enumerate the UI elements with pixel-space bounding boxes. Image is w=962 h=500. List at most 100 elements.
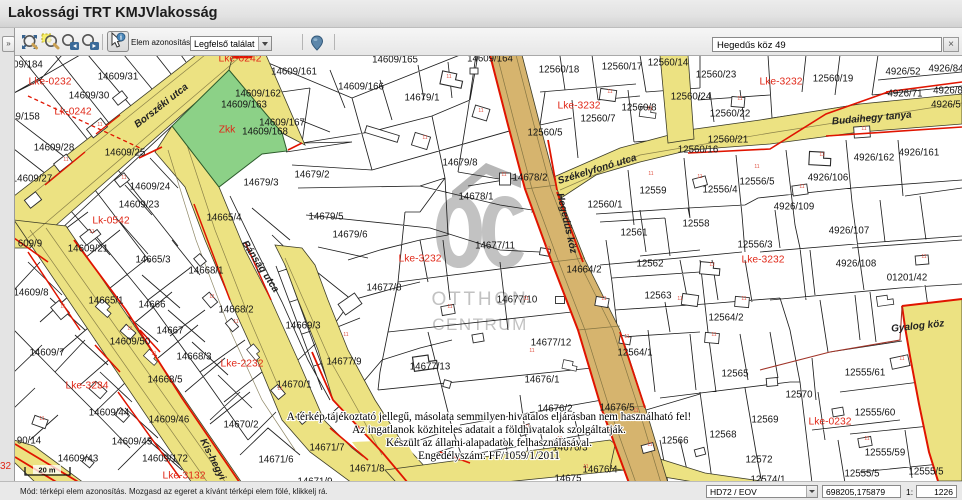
svg-text:12561: 12561 — [621, 228, 648, 239]
svg-text:11: 11 — [127, 326, 132, 332]
svg-text:14665/1: 14665/1 — [88, 296, 123, 307]
svg-text:4926/5: 4926/5 — [931, 100, 961, 111]
svg-text:11: 11 — [741, 296, 746, 302]
svg-text:i: i — [120, 33, 122, 41]
svg-text:12565: 12565 — [722, 369, 749, 380]
svg-text:14609/165: 14609/165 — [372, 56, 418, 66]
svg-text:14668/5: 14668/5 — [147, 375, 182, 386]
svg-text:11: 11 — [799, 184, 804, 190]
svg-text:12559: 12559 — [640, 186, 667, 197]
svg-text:14609/27: 14609/27 — [15, 174, 52, 185]
svg-text:12564/1: 12564/1 — [617, 348, 652, 359]
svg-text:4926/71: 4926/71 — [887, 89, 922, 100]
svg-text:Lke-3132: Lke-3132 — [163, 471, 206, 482]
svg-text:14676/1: 14676/1 — [524, 375, 559, 386]
svg-text:12562: 12562 — [637, 259, 664, 270]
svg-text:Lke-0232: Lke-0232 — [29, 77, 72, 88]
svg-text:12560/23: 12560/23 — [696, 70, 736, 81]
svg-text:11: 11 — [209, 294, 214, 300]
svg-text:14609/24: 14609/24 — [130, 182, 171, 193]
svg-text:11: 11 — [583, 464, 588, 470]
svg-text:14609/46: 14609/46 — [149, 415, 189, 426]
svg-text:11: 11 — [601, 296, 606, 302]
svg-text:Lke-2232: Lke-2232 — [221, 359, 264, 370]
svg-text:14609/161: 14609/161 — [271, 67, 317, 78]
svg-text:4926/84: 4926/84 — [928, 64, 962, 75]
svg-text:12566: 12566 — [662, 436, 689, 447]
svg-text:14609/164: 14609/164 — [467, 56, 513, 65]
svg-text:14667: 14667 — [157, 326, 184, 337]
svg-text:14669/3: 14669/3 — [285, 321, 320, 332]
svg-text:Lke-3232: Lke-3232 — [558, 101, 601, 112]
svg-text:12568: 12568 — [710, 430, 737, 441]
svg-text:11: 11 — [647, 442, 652, 448]
svg-text:12560/17: 12560/17 — [602, 62, 642, 73]
svg-text:11: 11 — [711, 332, 716, 338]
svg-text:14609/25: 14609/25 — [105, 148, 145, 159]
svg-text:11: 11 — [60, 304, 65, 310]
svg-text:11: 11 — [545, 246, 550, 252]
svg-text:11: 11 — [677, 296, 682, 302]
svg-text:11: 11 — [97, 384, 102, 390]
svg-text:11: 11 — [648, 171, 653, 177]
svg-text:A térkép tájékoztató jellegű,: A térkép tájékoztató jellegű, másolata s… — [287, 411, 691, 423]
svg-text:12563: 12563 — [645, 291, 672, 302]
svg-text:11: 11 — [121, 175, 126, 181]
svg-text:90/14: 90/14 — [17, 436, 42, 447]
svg-text:14665/4: 14665/4 — [206, 213, 242, 224]
svg-text:14666: 14666 — [139, 300, 166, 311]
svg-text:Lk-0242: Lk-0242 — [54, 107, 91, 118]
svg-text:11: 11 — [921, 254, 926, 260]
svg-text:14609/8: 14609/8 — [15, 288, 49, 299]
svg-text:4926/106: 4926/106 — [808, 173, 848, 184]
svg-text:14609/172: 14609/172 — [142, 454, 188, 465]
svg-text:12570: 12570 — [786, 390, 814, 401]
svg-text:11: 11 — [501, 172, 506, 178]
svg-text:01201/42: 01201/42 — [887, 273, 927, 284]
svg-text:12569: 12569 — [752, 415, 779, 426]
svg-text:14609/21: 14609/21 — [68, 244, 108, 255]
svg-text:4926/107: 4926/107 — [829, 226, 869, 237]
svg-text:14665/3: 14665/3 — [135, 255, 170, 266]
svg-text:14609/28: 14609/28 — [34, 143, 74, 154]
svg-text:14678/1: 14678/1 — [458, 192, 493, 203]
svg-text:12560/5: 12560/5 — [527, 128, 562, 139]
svg-text:14671/6: 14671/6 — [258, 455, 293, 466]
svg-text:12555/5: 12555/5 — [908, 467, 943, 478]
svg-text:12560/19: 12560/19 — [813, 74, 853, 85]
svg-text:14609/168: 14609/168 — [242, 127, 288, 138]
svg-text:14609/23: 14609/23 — [119, 200, 159, 211]
svg-text:14609/162: 14609/162 — [235, 89, 281, 100]
svg-text:11: 11 — [819, 152, 824, 158]
svg-text:14609/7: 14609/7 — [29, 348, 64, 359]
svg-text:12555/59: 12555/59 — [865, 448, 905, 459]
svg-text:14677/13: 14677/13 — [410, 362, 450, 373]
svg-text:12556/3: 12556/3 — [737, 240, 772, 251]
svg-text:4926/161: 4926/161 — [899, 148, 939, 159]
svg-text:14671/7: 14671/7 — [309, 443, 344, 454]
svg-text:11: 11 — [899, 356, 904, 362]
svg-text:11: 11 — [446, 74, 451, 80]
svg-text:4926/162: 4926/162 — [854, 153, 894, 164]
svg-text:Lk-0542: Lk-0542 — [92, 216, 129, 227]
svg-text:14679/8: 14679/8 — [442, 158, 477, 169]
svg-text:11: 11 — [447, 304, 452, 310]
svg-text:11: 11 — [754, 164, 759, 170]
svg-text:14677/8: 14677/8 — [366, 283, 401, 294]
svg-text:12572: 12572 — [746, 455, 773, 466]
svg-text:12555/5: 12555/5 — [844, 469, 879, 480]
svg-text:4926/52: 4926/52 — [885, 67, 920, 78]
svg-text:11: 11 — [737, 96, 742, 102]
svg-text:11: 11 — [89, 229, 94, 235]
svg-text:Lke-3232: Lke-3232 — [399, 254, 442, 265]
svg-text:11: 11 — [343, 332, 348, 338]
svg-text:11: 11 — [861, 126, 866, 132]
svg-text:Lke-3232: Lke-3232 — [742, 255, 785, 266]
svg-text:11: 11 — [151, 351, 156, 357]
svg-text:11: 11 — [478, 108, 483, 114]
svg-text:11: 11 — [624, 334, 629, 340]
svg-text:4926/108: 4926/108 — [836, 259, 876, 270]
svg-text:14670/2: 14670/2 — [223, 420, 258, 431]
svg-text:Lke-3232: Lke-3232 — [760, 77, 803, 88]
svg-text:14679/6: 14679/6 — [332, 230, 367, 241]
